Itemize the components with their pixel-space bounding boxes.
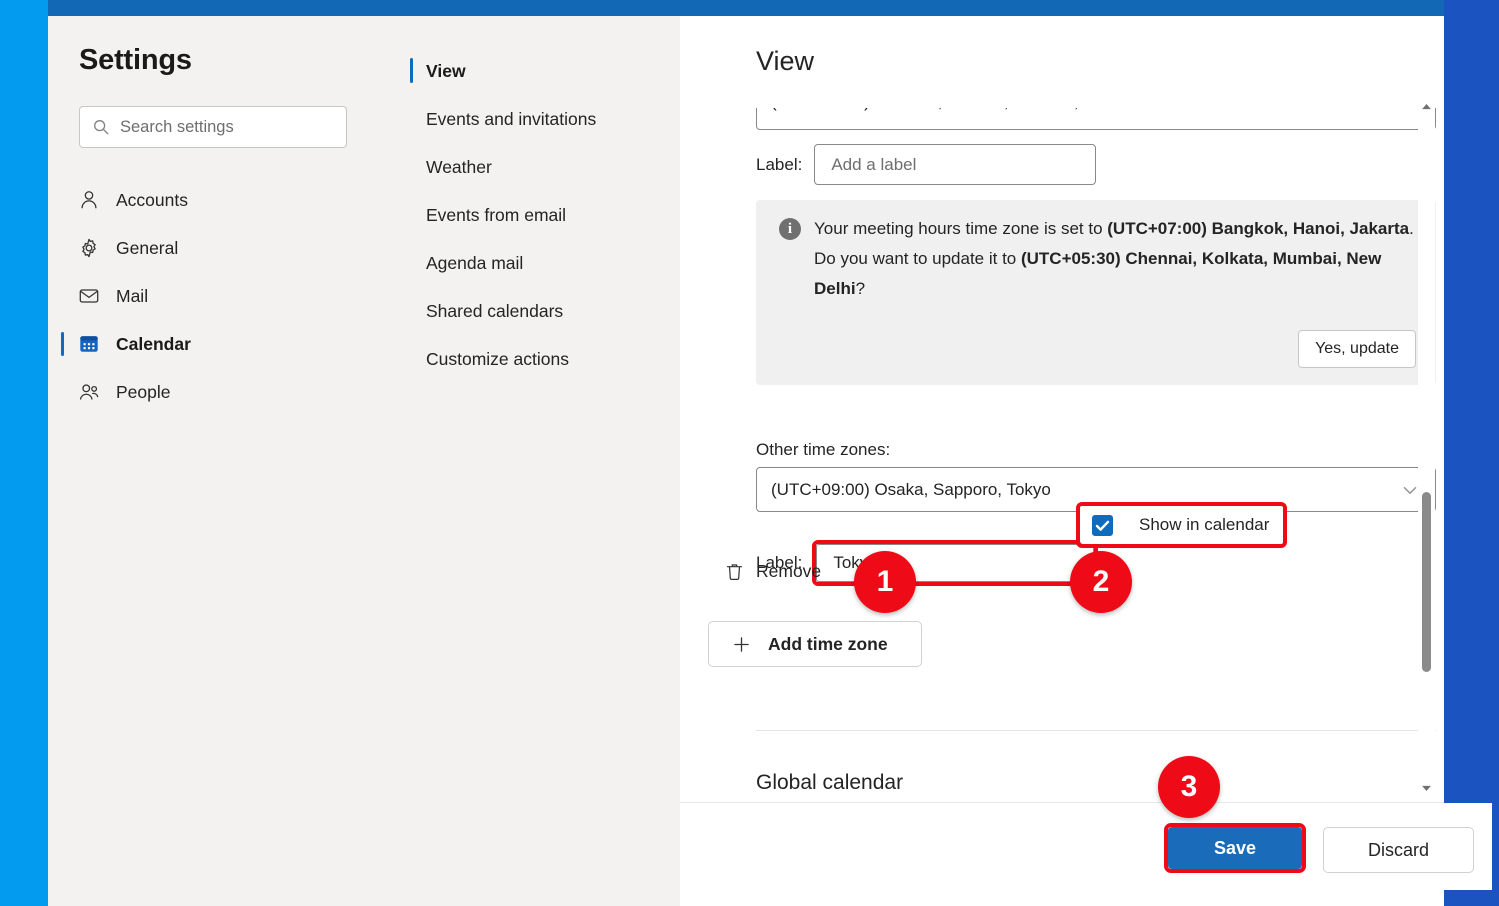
search-input[interactable]: Search settings bbox=[79, 106, 347, 148]
sidebar-label: Calendar bbox=[116, 333, 191, 354]
subnav-item-agenda-mail[interactable]: Agenda mail bbox=[378, 244, 668, 282]
callout-badge-1: 1 bbox=[854, 551, 916, 613]
content-heading: View bbox=[756, 46, 815, 76]
sidebar-label: People bbox=[116, 381, 171, 402]
info-text-part-3: ? bbox=[855, 279, 866, 298]
search-icon bbox=[92, 118, 110, 136]
remove-timezone-button[interactable]: Remove bbox=[724, 561, 821, 582]
subnav-item-view[interactable]: View bbox=[378, 52, 668, 90]
person-icon bbox=[78, 189, 100, 211]
other-timezone-value: (UTC+09:00) Osaka, Sapporo, Tokyo bbox=[771, 479, 1051, 499]
trash-icon bbox=[724, 561, 745, 582]
add-time-zone-button[interactable]: Add time zone bbox=[708, 621, 922, 667]
people-icon bbox=[78, 381, 100, 403]
primary-label-placeholder: Add a label bbox=[831, 154, 917, 174]
meeting-hours-timezone-value: (UTC+05:30) Chennai, Kolkata, Mumbai, Ne… bbox=[771, 108, 1161, 112]
subnav-item-weather[interactable]: Weather bbox=[378, 148, 668, 186]
content-pane: View (UTC+05:30) Chennai, Kolkata, Mumba… bbox=[680, 16, 1444, 906]
desktop-background: Settings Search settings Accounts Genera… bbox=[0, 0, 1499, 906]
info-banner-text: Your meeting hours time zone is set to (… bbox=[814, 214, 1414, 304]
label-row-primary: Label: Add a label bbox=[756, 144, 1097, 185]
subnav-label: View bbox=[426, 60, 466, 81]
global-calendar-heading: Global calendar bbox=[756, 771, 904, 794]
save-button-highlight: Save bbox=[1164, 823, 1306, 873]
info-text-part-1: Your meeting hours time zone is set to bbox=[814, 219, 1108, 238]
scroll-down-arrow-icon[interactable] bbox=[1418, 782, 1435, 794]
settings-sidebar: Settings Search settings Accounts Genera… bbox=[48, 16, 378, 906]
sidebar-item-people[interactable]: People bbox=[64, 372, 364, 412]
plus-icon bbox=[731, 634, 752, 655]
label-text: Label: bbox=[756, 154, 803, 174]
scrollbar-thumb[interactable] bbox=[1422, 492, 1431, 672]
window-title-bar bbox=[48, 0, 1444, 16]
subnav-item-events-from-email[interactable]: Events from email bbox=[378, 196, 668, 234]
content-scroll-region: (UTC+05:30) Chennai, Kolkata, Mumbai, Ne… bbox=[680, 88, 1444, 818]
page-title: Settings bbox=[79, 44, 192, 76]
selection-indicator bbox=[61, 332, 64, 356]
info-banner: i Your meeting hours time zone is set to… bbox=[756, 200, 1436, 385]
add-time-zone-label: Add time zone bbox=[768, 633, 888, 654]
yes-update-button[interactable]: Yes, update bbox=[1298, 330, 1416, 368]
info-text-bold-1: (UTC+07:00) Bangkok, Hanoi, Jakarta bbox=[1107, 219, 1410, 238]
subnav-label: Agenda mail bbox=[426, 252, 524, 273]
subnav-item-shared-calendars[interactable]: Shared calendars bbox=[378, 292, 668, 330]
selection-indicator bbox=[410, 58, 413, 83]
other-timezones-label: Other time zones: bbox=[756, 440, 891, 459]
subnav-label: Events and invitations bbox=[426, 108, 597, 129]
subnav-label: Weather bbox=[426, 156, 492, 177]
section-divider bbox=[756, 730, 1436, 731]
settings-window: Settings Search settings Accounts Genera… bbox=[48, 0, 1492, 906]
sidebar-item-mail[interactable]: Mail bbox=[64, 276, 364, 316]
scroll-up-arrow-icon[interactable] bbox=[1418, 100, 1435, 112]
footer-bar: Save Discard bbox=[680, 803, 1492, 890]
subnav-item-customize-actions[interactable]: Customize actions bbox=[378, 340, 668, 378]
show-in-calendar-checkbox[interactable]: Show in calendar bbox=[1080, 506, 1284, 544]
search-placeholder: Search settings bbox=[120, 117, 234, 136]
calendar-icon bbox=[78, 333, 100, 355]
sidebar-label: General bbox=[116, 237, 179, 258]
info-icon: i bbox=[779, 218, 801, 240]
desktop-left-strip bbox=[0, 0, 48, 906]
primary-label-input[interactable]: Add a label bbox=[814, 144, 1097, 185]
subnav-label: Customize actions bbox=[426, 348, 569, 369]
callout-badge-2: 2 bbox=[1070, 551, 1132, 613]
sidebar-item-calendar[interactable]: Calendar bbox=[61, 324, 364, 364]
callout-badge-3: 3 bbox=[1158, 756, 1220, 818]
gear-icon bbox=[78, 237, 100, 259]
sidebar-item-general[interactable]: General bbox=[64, 228, 364, 268]
show-in-calendar-label: Show in calendar bbox=[1139, 515, 1270, 534]
remove-label: Remove bbox=[756, 561, 822, 581]
vertical-scrollbar[interactable] bbox=[1418, 72, 1435, 802]
sidebar-label: Mail bbox=[116, 285, 149, 306]
checkbox-checked-icon bbox=[1092, 514, 1113, 536]
meeting-hours-timezone-select[interactable]: (UTC+05:30) Chennai, Kolkata, Mumbai, Ne… bbox=[756, 108, 1436, 130]
save-button[interactable]: Save bbox=[1168, 827, 1302, 869]
subnav-item-events-and-invitations[interactable]: Events and invitations bbox=[378, 100, 668, 138]
sidebar-label: Accounts bbox=[116, 189, 188, 210]
discard-button[interactable]: Discard bbox=[1323, 827, 1474, 873]
subnav-label: Events from email bbox=[426, 204, 567, 225]
calendar-subnav: View Events and invitations Weather Even… bbox=[378, 16, 680, 906]
show-in-calendar-highlight: Show in calendar bbox=[1076, 502, 1288, 548]
envelope-icon bbox=[78, 285, 100, 307]
subnav-label: Shared calendars bbox=[426, 300, 564, 321]
sidebar-item-accounts[interactable]: Accounts bbox=[64, 180, 364, 220]
